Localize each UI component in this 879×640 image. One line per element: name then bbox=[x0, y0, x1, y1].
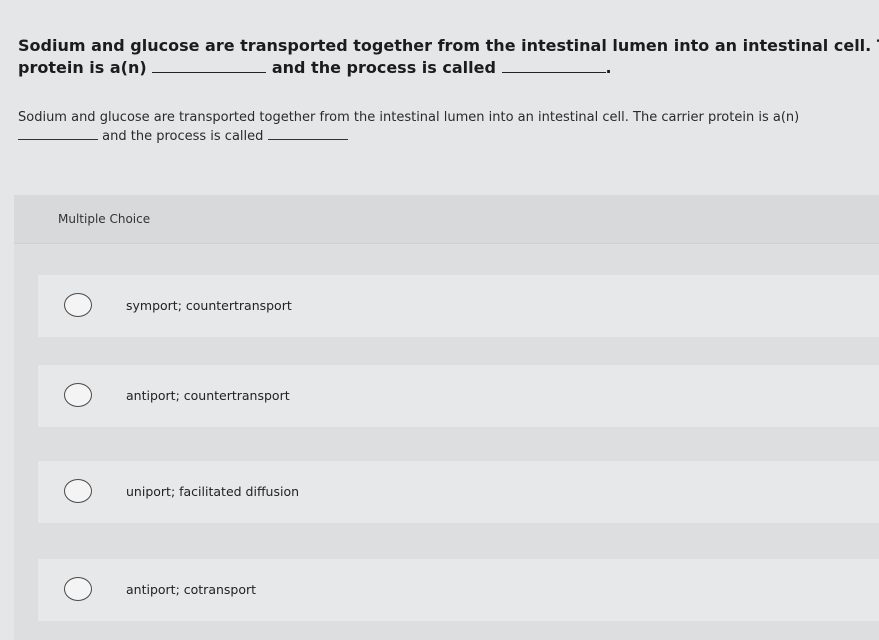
multiple-choice-label: Multiple Choice bbox=[58, 212, 151, 226]
multiple-choice-panel: Multiple Choice symport; countertranspor… bbox=[14, 195, 879, 640]
question-title-text-a: protein is a(n) bbox=[18, 58, 147, 77]
question-title-line-2: protein is a(n) and the process is calle… bbox=[18, 57, 879, 79]
multiple-choice-header: Multiple Choice bbox=[14, 195, 879, 244]
radio-button-icon[interactable] bbox=[64, 383, 92, 407]
question-body-text: and the process is called bbox=[102, 129, 264, 144]
question-title-line-1: Sodium and glucose are transported toget… bbox=[18, 36, 879, 55]
question-body-line-2: and the process is called bbox=[18, 127, 858, 146]
answer-option-label: uniport; facilitated diffusion bbox=[126, 484, 300, 499]
radio-button-icon[interactable] bbox=[64, 479, 92, 503]
answer-option-4[interactable]: antiport; cotransport bbox=[38, 559, 879, 621]
question-title-text-b: and the process is called bbox=[271, 58, 496, 77]
answer-blank-1 bbox=[152, 71, 267, 73]
radio-button-icon[interactable] bbox=[64, 577, 92, 601]
answer-option-label: antiport; countertransport bbox=[126, 388, 290, 403]
radio-button-icon[interactable] bbox=[64, 293, 92, 317]
answer-option-1[interactable]: symport; countertransport bbox=[38, 275, 879, 337]
question-body: Sodium and glucose are transported toget… bbox=[18, 108, 858, 146]
question-body-line-1: Sodium and glucose are transported toget… bbox=[18, 110, 800, 125]
body-blank-2 bbox=[267, 138, 348, 140]
question-title-period: . bbox=[605, 58, 612, 77]
answer-option-2[interactable]: antiport; countertransport bbox=[38, 365, 879, 427]
answer-option-label: symport; countertransport bbox=[126, 298, 292, 313]
body-blank-1 bbox=[18, 138, 98, 140]
answer-option-3[interactable]: uniport; facilitated diffusion bbox=[38, 461, 879, 523]
answer-blank-2 bbox=[501, 71, 606, 73]
answer-option-label: antiport; cotransport bbox=[126, 582, 257, 597]
question-title: Sodium and glucose are transported toget… bbox=[18, 35, 879, 79]
